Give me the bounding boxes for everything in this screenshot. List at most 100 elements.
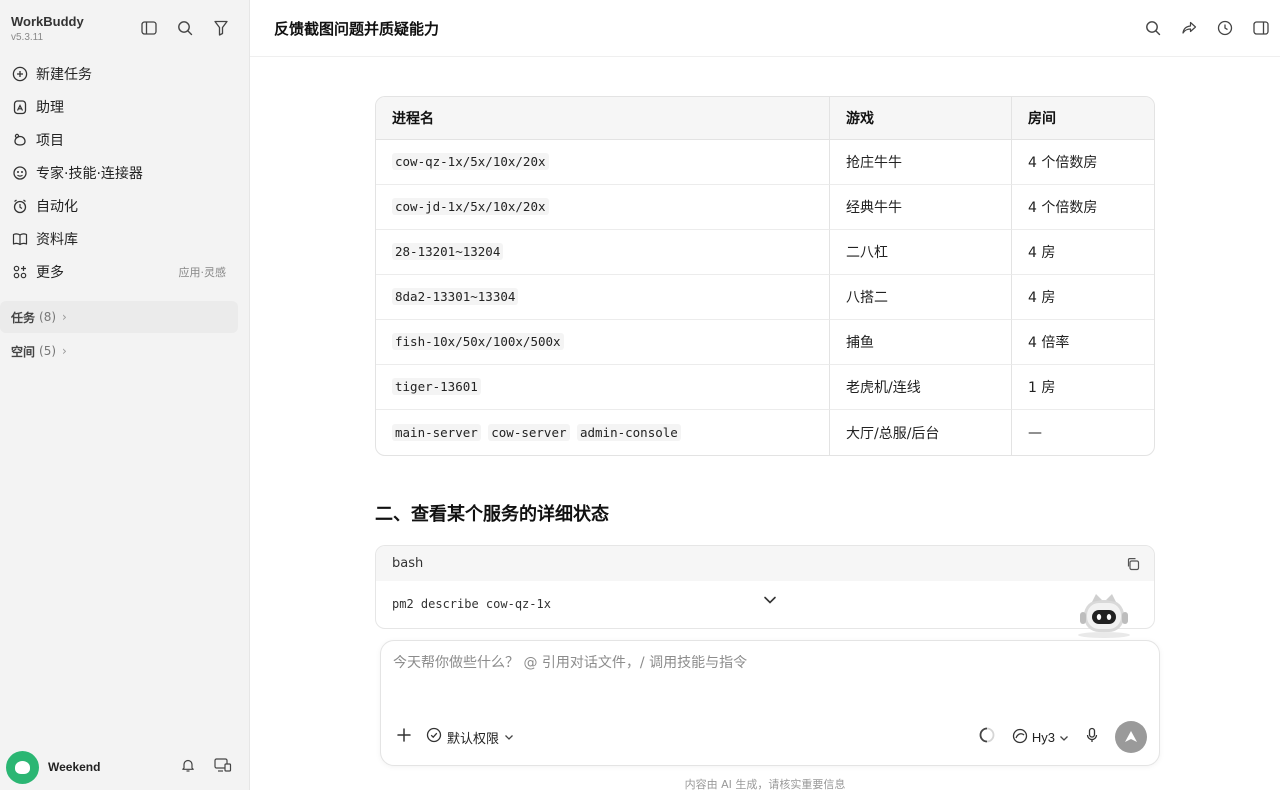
panel-toggle-icon[interactable] — [1251, 19, 1270, 38]
share-icon[interactable] — [1179, 19, 1198, 38]
table-row: cow-qz-1x/5x/10x/20x 抢庄牛牛 4 个倍数房 — [376, 140, 1154, 185]
table-header-row: 进程名 游戏 房间 — [376, 97, 1154, 140]
search-icon[interactable] — [1143, 19, 1162, 38]
app-name: WorkBuddy — [11, 14, 84, 29]
nav-more[interactable]: 更多 应用·灵感 — [0, 255, 250, 288]
copy-icon[interactable] — [1126, 557, 1140, 571]
nav-project[interactable]: 项目 — [0, 123, 250, 156]
history-icon[interactable] — [1215, 19, 1234, 38]
nav-label: 助理 — [36, 99, 64, 116]
send-arrow-icon — [1125, 731, 1137, 742]
nav-label: 专家·技能·连接器 — [36, 165, 143, 182]
chevron-right-icon: › — [62, 310, 67, 324]
brand: WorkBuddy v5.3.11 — [11, 14, 84, 43]
process-cell: 8da2-13301~13304 — [376, 275, 829, 320]
search-icon[interactable] — [176, 19, 194, 37]
plus-circle-icon — [11, 65, 29, 83]
tasks-label: 任务 — [11, 310, 36, 325]
add-icon[interactable] — [396, 727, 412, 747]
tasks-section[interactable]: 任务 (8) › — [0, 301, 238, 333]
expert-icon — [11, 164, 29, 182]
inline-code: 28-13201~13204 — [392, 243, 504, 260]
inline-code: main-server — [392, 423, 481, 441]
game-cell: 经典牛牛 — [829, 185, 1011, 230]
spaces-section[interactable]: 空间 (5) › — [0, 335, 238, 367]
message-composer: 默认权限 Hy3 — [380, 640, 1160, 766]
permission-label: 默认权限 — [447, 731, 500, 747]
nav-automation[interactable]: 自动化 — [0, 189, 250, 222]
nav-new-task[interactable]: 新建任务 — [0, 57, 250, 90]
room-cell: 4 个倍数房 — [1011, 185, 1154, 230]
main-panel: 反馈截图问题并质疑能力 进程名 游戏 房间 cow-qz-1x/5x/10x/2… — [250, 0, 1280, 790]
sidebar: WorkBuddy v5.3.11 新建任务 助理 项目 专家·技能·连接器 自… — [0, 0, 250, 790]
avatar[interactable] — [6, 750, 39, 784]
microphone-icon[interactable] — [1085, 727, 1099, 747]
section-heading: 二、查看某个服务的详细状态 — [375, 504, 609, 525]
process-cell: cow-qz-1x/5x/10x/20x — [376, 140, 829, 185]
ai-disclaimer: 内容由 AI 生成，请核实重要信息 — [684, 778, 846, 790]
game-cell: 捕鱼 — [829, 320, 1011, 365]
model-selector[interactable]: Hy3 — [1012, 728, 1069, 747]
code-language: bash — [392, 556, 424, 571]
nav-label: 更多 — [36, 264, 64, 281]
message-input[interactable] — [393, 655, 1133, 671]
code-block-header: bash — [376, 546, 1154, 581]
page-title: 反馈截图问题并质疑能力 — [274, 19, 440, 38]
room-cell: 1 房 — [1011, 365, 1154, 410]
conversation-content: 进程名 游戏 房间 cow-qz-1x/5x/10x/20x 抢庄牛牛 4 个倍… — [375, 96, 1155, 629]
room-cell: — — [1011, 410, 1154, 455]
table-row: main-server cow-server admin-console 大厅/… — [376, 410, 1154, 455]
spaces-count: (5) — [39, 344, 57, 358]
process-cell: fish-10x/50x/100x/500x — [376, 320, 829, 365]
project-icon — [11, 131, 29, 149]
loading-spinner-icon — [978, 726, 996, 748]
inline-code: admin-console — [576, 423, 681, 441]
filter-icon[interactable] — [212, 19, 230, 37]
shield-check-icon — [426, 727, 442, 747]
room-cell: 4 个倍数房 — [1011, 140, 1154, 185]
inline-code: fish-10x/50x/100x/500x — [392, 333, 564, 350]
code-block: bash pm2 describe cow-qz-1x — [375, 545, 1155, 629]
nav-label: 新建任务 — [36, 66, 92, 83]
nav-library[interactable]: 资料库 — [0, 222, 250, 255]
table-row: 8da2-13301~13304 八搭二 4 房 — [376, 275, 1154, 320]
column-header: 游戏 — [829, 97, 1011, 140]
topbar: 反馈截图问题并质疑能力 — [250, 0, 1280, 57]
sidebar-nav: 新建任务 助理 项目 专家·技能·连接器 自动化 资料库 更多 应用·灵感 — [0, 57, 250, 288]
table-row: fish-10x/50x/100x/500x 捕鱼 4 倍率 — [376, 320, 1154, 365]
nav-label: 自动化 — [36, 198, 78, 215]
nav-label: 项目 — [36, 132, 64, 149]
chevron-right-icon: › — [62, 344, 67, 358]
table-row: 28-13201~13204 二八杠 4 房 — [376, 230, 1154, 275]
process-cell: main-server cow-server admin-console — [376, 410, 829, 455]
inline-code: cow-jd-1x/5x/10x/20x — [392, 198, 549, 215]
scroll-down-button[interactable] — [760, 590, 780, 610]
inline-code: cow-qz-1x/5x/10x/20x — [392, 153, 549, 170]
user-name[interactable]: Weekend — [48, 760, 100, 774]
model-logo-icon — [1012, 728, 1028, 747]
permission-dropdown[interactable]: 默认权限 — [426, 727, 514, 747]
room-cell: 4 房 — [1011, 275, 1154, 320]
sidebar-toggle-icon[interactable] — [140, 19, 158, 37]
nav-more-extra: 应用·灵感 — [178, 265, 227, 279]
process-cell: 28-13201~13204 — [376, 230, 829, 275]
column-header: 房间 — [1011, 97, 1154, 140]
assistant-icon — [11, 98, 29, 116]
nav-assistant[interactable]: 助理 — [0, 90, 250, 123]
chevron-down-icon — [1059, 730, 1069, 745]
mascot-icon[interactable] — [1070, 586, 1138, 638]
book-icon — [11, 230, 29, 248]
inline-code: 8da2-13301~13304 — [392, 288, 519, 305]
room-cell: 4 房 — [1011, 230, 1154, 275]
game-cell: 抢庄牛牛 — [829, 140, 1011, 185]
send-button[interactable] — [1115, 721, 1147, 753]
nav-experts[interactable]: 专家·技能·连接器 — [0, 156, 250, 189]
apps-icon — [11, 263, 29, 281]
sidebar-toolbar — [140, 19, 230, 37]
chevron-down-icon — [504, 730, 514, 745]
game-cell: 二八杠 — [829, 230, 1011, 275]
bell-icon[interactable] — [180, 757, 196, 777]
column-header: 进程名 — [376, 97, 829, 140]
devices-icon[interactable] — [214, 757, 232, 777]
app-version: v5.3.11 — [11, 32, 44, 43]
